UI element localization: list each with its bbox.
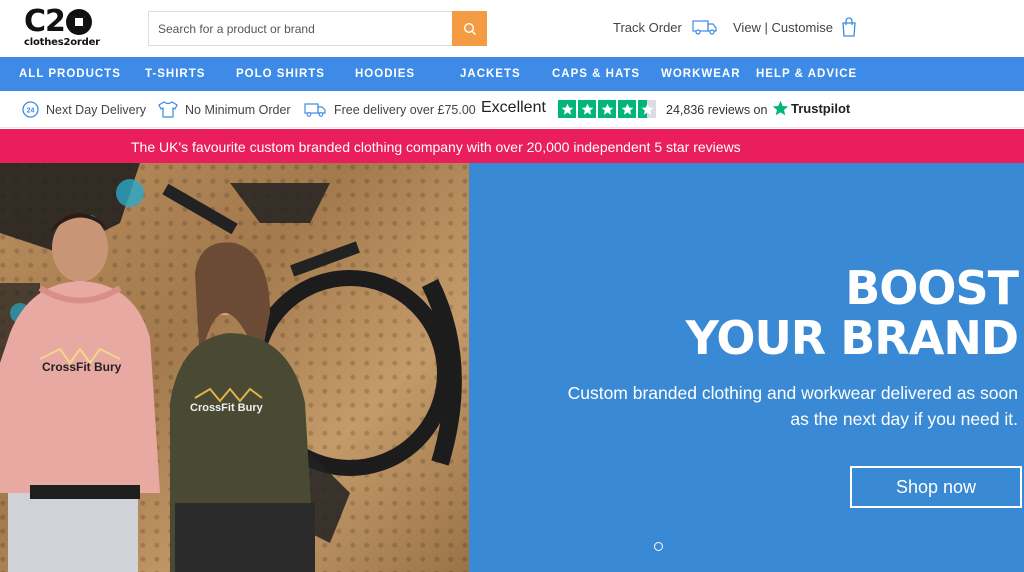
nav-polo-shirts[interactable]: POLO SHIRTS (236, 68, 325, 80)
hero-subtitle-line2: as the next day if you need it. (790, 409, 1018, 429)
site-header: C2 clothes2order Track Order View | Cust… (0, 0, 1024, 57)
star-icon (598, 100, 616, 118)
track-order-label: Track Order (613, 19, 682, 35)
logo-mark: C2 (24, 7, 102, 37)
t-shirt-icon (158, 101, 178, 118)
shop-now-button[interactable]: Shop now (850, 466, 1022, 508)
nav-workwear[interactable]: WORKWEAR (661, 68, 741, 80)
search-button[interactable] (452, 11, 487, 46)
usp-next-day-label: Next Day Delivery (46, 102, 147, 117)
usp-free-delivery-label: Free delivery over £75.00 (334, 102, 476, 117)
search-bar (148, 11, 487, 46)
hero-title-line2: YOUR BRAND (685, 311, 1019, 365)
half-star-icon (638, 100, 656, 118)
promo-banner: The UK's favourite custom branded clothi… (0, 129, 1024, 163)
usp-next-day: 24 Next Day Delivery (22, 101, 146, 118)
star-icon (578, 100, 596, 118)
usp-free-delivery: Free delivery over £75.00 (304, 101, 476, 118)
hoodie-print-green: CrossFit Bury (190, 402, 264, 414)
logo-subtitle: clothes2order (24, 37, 100, 48)
shopping-bag-icon (842, 17, 856, 37)
nav-all-products[interactable]: ALL PRODUCTS (19, 68, 121, 80)
hero-panel: BOOST YOUR BRAND Custom branded clothing… (469, 163, 1024, 572)
usp-no-minimum: No Minimum Order (158, 101, 291, 118)
hero-photo: CrossFit Bury CrossFit Bury (0, 163, 469, 572)
delivery-truck-icon (692, 20, 717, 35)
usp-bar: 24 Next Day Delivery No Minimum Order Fr… (0, 91, 1024, 128)
clock-badge-text: 24 (27, 108, 35, 115)
nav-t-shirts[interactable]: T-SHIRTS (145, 68, 205, 80)
carousel-dot[interactable] (654, 542, 663, 551)
hoodie-print-pink: CrossFit Bury (42, 360, 122, 374)
track-order-link[interactable]: Track Order (613, 19, 718, 35)
view-customise-link[interactable]: View | Customise (733, 17, 857, 37)
trustpilot-rating-word: Excellent (481, 99, 546, 116)
hero-title: BOOST YOUR BRAND (685, 261, 1019, 365)
hero-photo-illustration: CrossFit Bury CrossFit Bury (0, 163, 462, 572)
delivery-van-icon (304, 103, 326, 117)
hero-subtitle: Custom branded clothing and workwear del… (518, 380, 1018, 432)
nav-caps-hats[interactable]: CAPS & HATS (552, 68, 640, 80)
trustpilot-star-icon (772, 100, 789, 116)
main-nav: ALL PRODUCTS T-SHIRTS POLO SHIRTS HOODIE… (0, 57, 1024, 91)
trustpilot-review-count: 24,836 reviews on (666, 103, 768, 117)
usp-no-minimum-label: No Minimum Order (185, 102, 291, 117)
view-customise-label: View | Customise (733, 19, 833, 35)
hero-title-line1: BOOST (845, 261, 1019, 315)
clock-24-icon: 24 (22, 101, 39, 118)
trustpilot-stars[interactable] (558, 100, 656, 118)
nav-jackets[interactable]: JACKETS (460, 68, 521, 80)
site-logo[interactable]: C2 clothes2order (24, 7, 102, 49)
hero-subtitle-line1: Custom branded clothing and workwear del… (567, 383, 1018, 403)
trustpilot-logo[interactable]: Trustpilot (772, 100, 850, 117)
search-input[interactable] (149, 12, 449, 45)
nav-hoodies[interactable]: HOODIES (355, 68, 415, 80)
trustpilot-label: Trustpilot (791, 101, 851, 116)
hero-carousel: CrossFit Bury CrossFit Bury BOOST YOUR B… (0, 163, 1024, 572)
logo-o-icon (65, 9, 92, 35)
promo-text: The UK's favourite custom branded clothi… (131, 139, 741, 155)
search-icon (463, 22, 476, 35)
nav-help-advice[interactable]: HELP & ADVICE (756, 68, 857, 80)
star-icon (558, 100, 576, 118)
star-icon (618, 100, 636, 118)
